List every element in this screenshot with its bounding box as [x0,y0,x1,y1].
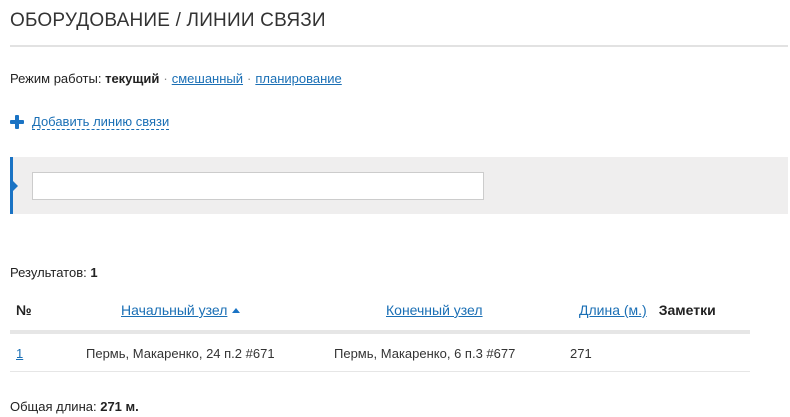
work-mode-current: текущий [105,71,160,86]
cell-notes [652,332,750,372]
filter-panel [10,157,788,214]
add-line-action[interactable]: Добавить линию связи [10,114,170,130]
cell-length: 271 [528,332,653,372]
col-notes-header: Заметки [652,298,750,334]
cell-start-node: Пермь, Макаренко, 24 п.2 #671 [80,332,328,372]
cell-end-node: Пермь, Макаренко, 6 п.3 #677 [328,332,528,372]
work-mode-bar: Режим работы: текущий · смешанный · планиров… [10,71,342,86]
add-line-link[interactable]: Добавить линию связи [32,114,170,130]
sort-length-link[interactable]: Длина (м.) [579,302,647,318]
sort-start-node-link[interactable]: Начальный узел [121,302,227,318]
col-length-header[interactable]: Длина (м.) [528,298,653,334]
results-count-value: 1 [90,265,98,280]
work-mode-label: Режим работы: [10,71,102,86]
mode-mixed-link[interactable]: смешанный [172,71,243,86]
mode-separator: · [163,71,168,86]
table-header-row: № Начальный узел Конечный узел Длина (м.… [10,298,750,334]
filter-input[interactable] [32,172,484,200]
row-number-link[interactable]: 1 [16,346,23,361]
caret-right-icon[interactable] [13,181,18,191]
total-length-label: Общая длина: [10,399,97,414]
page-title: ОБОРУДОВАНИЕ / ЛИНИИ СВЯЗИ [10,10,326,31]
results-count: Результатов: 1 [10,265,98,280]
col-end-node-header[interactable]: Конечный узел [328,298,528,334]
plus-icon[interactable] [10,115,24,129]
sort-asc-icon[interactable] [232,308,241,313]
total-length: Общая длина: 271 м. [10,399,139,414]
mode-separator: · [247,71,252,86]
cell-number[interactable]: 1 [10,332,80,372]
col-start-node-header[interactable]: Начальный узел [80,298,328,334]
title-divider [10,45,788,47]
table-row: 1 Пермь, Макаренко, 24 п.2 #671 Пермь, М… [10,332,750,372]
sort-end-node-link[interactable]: Конечный узел [386,302,483,318]
results-table: № Начальный узел Конечный узел Длина (м.… [10,298,750,372]
results-count-label: Результатов: [10,265,87,280]
mode-planning-link[interactable]: планирование [255,71,341,86]
col-number-header: № [10,298,80,334]
total-length-value: 271 м. [100,399,139,414]
